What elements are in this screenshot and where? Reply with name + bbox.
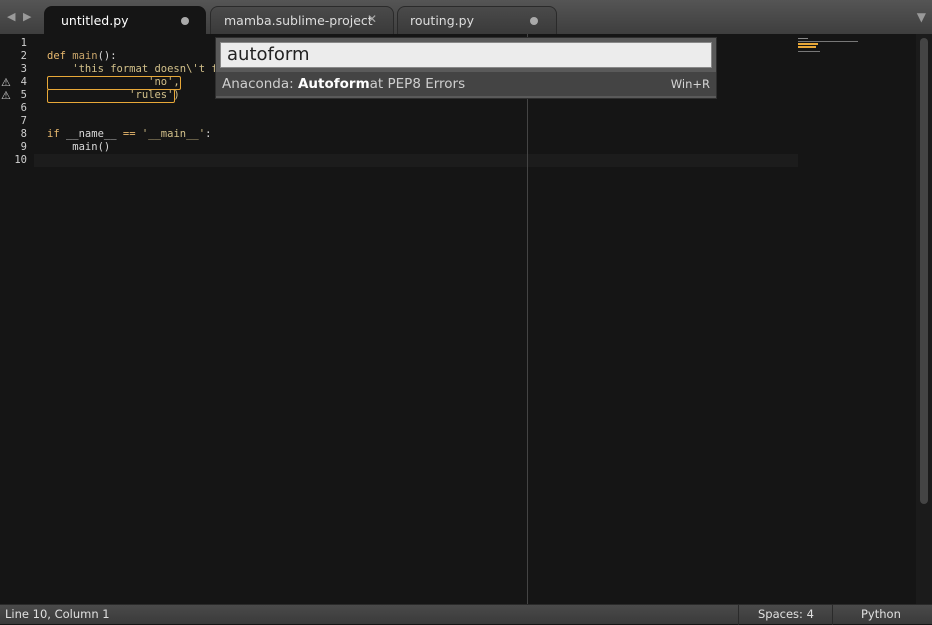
line-number: 9 bbox=[20, 141, 27, 153]
tab-label: routing.py bbox=[410, 13, 474, 28]
lint-error-highlight bbox=[47, 76, 181, 90]
line-number: 1 bbox=[20, 37, 27, 49]
tab-untitled[interactable]: untitled.py bbox=[44, 6, 206, 34]
operator: == bbox=[116, 128, 142, 140]
indentation-setting[interactable]: Spaces: 4 bbox=[758, 607, 814, 621]
vertical-scrollbar[interactable] bbox=[916, 34, 932, 604]
code-text: __name__ bbox=[65, 128, 117, 140]
command-suffix: at PEP8 Errors bbox=[369, 76, 466, 92]
command-shortcut: Win+R bbox=[670, 77, 710, 91]
command-prefix: Anaconda: bbox=[222, 76, 298, 92]
code-line-9: main() bbox=[47, 141, 111, 153]
tab-menu-chevron-down-icon[interactable]: ▼ bbox=[917, 10, 926, 24]
command-palette-input[interactable]: autoform bbox=[220, 42, 712, 68]
line-number: 6 bbox=[20, 102, 27, 114]
tab-label: untitled.py bbox=[61, 13, 129, 28]
command-palette: autoform Anaconda: Autoformat PEP8 Error… bbox=[215, 37, 717, 99]
code-line-3: 'this format doesn\'t fo bbox=[47, 63, 225, 75]
tab-bar: ◀ ▶ untitled.py mamba.sublime-project ✕ … bbox=[0, 0, 932, 34]
minimap[interactable] bbox=[798, 36, 868, 66]
gutter: 1 2 3 4 5 6 7 8 9 10 ⚠ ⚠ bbox=[0, 34, 34, 604]
divider bbox=[738, 605, 739, 625]
arrow-left-icon[interactable]: ◀ bbox=[7, 10, 15, 23]
status-bar: Line 10, Column 1 Spaces: 4 Python bbox=[0, 604, 932, 625]
warning-icon[interactable]: ⚠ bbox=[1, 90, 13, 102]
line-number: 2 bbox=[20, 50, 27, 62]
cursor-position: Line 10, Column 1 bbox=[5, 607, 110, 621]
string: '__main__' bbox=[141, 128, 206, 140]
close-icon[interactable]: ✕ bbox=[367, 12, 377, 26]
tab-label: mamba.sublime-project bbox=[224, 13, 373, 28]
line-number: 10 bbox=[14, 154, 27, 166]
tab-mamba-project[interactable]: mamba.sublime-project ✕ bbox=[210, 6, 394, 34]
code-text: (): bbox=[97, 50, 117, 62]
code-line-8: if __name__ == '__main__': bbox=[47, 128, 211, 141]
command-title: Anaconda: Autoformat PEP8 Errors bbox=[222, 76, 465, 92]
code-text: : bbox=[205, 128, 212, 140]
arrow-right-icon[interactable]: ▶ bbox=[23, 10, 31, 23]
current-line-highlight bbox=[34, 154, 798, 167]
editor-area[interactable]: 1 2 3 4 5 6 7 8 9 10 ⚠ ⚠ def main(): 'th… bbox=[0, 34, 916, 604]
scrollbar-thumb[interactable] bbox=[920, 38, 928, 504]
line-number: 3 bbox=[20, 63, 27, 75]
modified-dot-icon[interactable] bbox=[181, 17, 189, 25]
keyword: def bbox=[47, 50, 73, 62]
keyword: if bbox=[47, 128, 66, 140]
command-match: Autoform bbox=[297, 76, 370, 92]
ruler-line bbox=[527, 34, 528, 604]
line-number: 7 bbox=[20, 115, 27, 127]
warning-icon[interactable]: ⚠ bbox=[1, 77, 13, 89]
function-name: main bbox=[72, 50, 98, 62]
modified-dot-icon[interactable] bbox=[530, 17, 538, 25]
tab-routing[interactable]: routing.py bbox=[397, 6, 557, 34]
line-number: 8 bbox=[20, 128, 27, 140]
syntax-selector[interactable]: Python bbox=[861, 607, 901, 621]
lint-error-highlight bbox=[47, 89, 175, 103]
code-line-2: def main(): bbox=[47, 50, 117, 63]
command-palette-item[interactable]: Anaconda: Autoformat PEP8 Errors Win+R bbox=[216, 72, 716, 96]
divider bbox=[832, 605, 833, 625]
